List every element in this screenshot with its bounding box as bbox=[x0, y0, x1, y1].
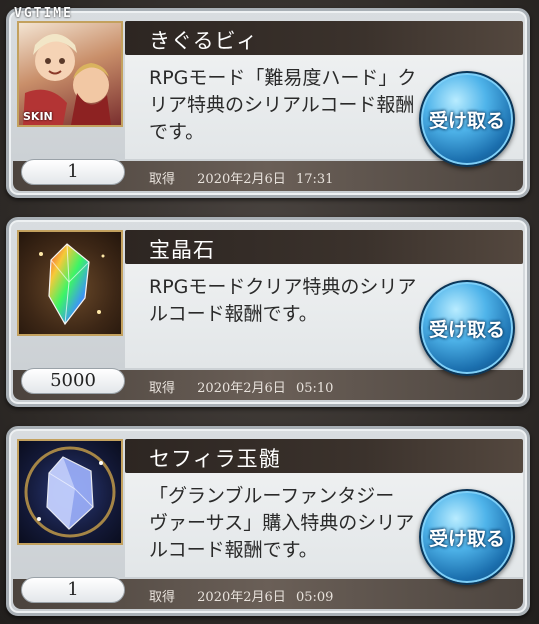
obtained-date: 2020年2月6日 bbox=[197, 381, 286, 396]
reward-list-screen: VGTIME SKIN きぐるビィ RPGモード「難易度ハード」クリア特典のシリ… bbox=[0, 0, 539, 624]
reward-description: 「グランブルーファンタジー ヴァーサス」購入特典のシリアルコード報酬です。 bbox=[149, 485, 415, 561]
reward-thumbnail bbox=[17, 439, 123, 545]
obtained-date: 2020年2月6日 bbox=[197, 172, 286, 187]
reward-description: RPGモードクリア特典のシリアルコード報酬です。 bbox=[149, 276, 417, 325]
obtained-info: 取得 2020年2月6日 17:31 bbox=[149, 168, 351, 187]
reward-description: RPGモード「難易度ハード」クリア特典のシリアルコード報酬です。 bbox=[149, 67, 417, 143]
receive-button[interactable]: 受け取る bbox=[419, 280, 515, 376]
rainbow-crystal-icon bbox=[39, 243, 105, 326]
reward-title: きぐるビィ bbox=[149, 29, 259, 53]
reward-thumbnail: SKIN bbox=[17, 21, 123, 127]
obtained-time: 05:09 bbox=[295, 590, 334, 605]
receive-button[interactable]: 受け取る bbox=[419, 71, 515, 167]
reward-title: 宝晶石 bbox=[149, 238, 215, 262]
reward-thumbnail bbox=[17, 230, 123, 336]
sephira-crystal-icon bbox=[24, 446, 116, 538]
receive-button[interactable]: 受け取る bbox=[419, 489, 515, 585]
skin-badge: SKIN bbox=[23, 110, 53, 123]
reward-quantity: 5000 bbox=[21, 368, 125, 394]
obtained-info: 取得 2020年2月6日 05:10 bbox=[149, 377, 351, 396]
reward-quantity: 1 bbox=[21, 159, 125, 185]
reward-card: セフィラ玉髄 「グランブルーファンタジー ヴァーサス」購入特典のシリアルコード報… bbox=[6, 426, 530, 616]
obtained-label: 取得 bbox=[149, 172, 176, 187]
obtained-date: 2020年2月6日 bbox=[197, 590, 286, 605]
obtained-info: 取得 2020年2月6日 05:09 bbox=[149, 586, 351, 605]
reward-card: 宝晶石 RPGモードクリア特典のシリアルコード報酬です。 受け取る 5000 取… bbox=[6, 217, 530, 407]
reward-quantity: 1 bbox=[21, 577, 125, 603]
reward-card: SKIN きぐるビィ RPGモード「難易度ハード」クリア特典のシリアルコード報酬… bbox=[6, 8, 530, 198]
watermark: VGTIME bbox=[14, 6, 73, 21]
obtained-label: 取得 bbox=[149, 381, 176, 396]
reward-title: セフィラ玉髄 bbox=[149, 447, 281, 471]
obtained-label: 取得 bbox=[149, 590, 176, 605]
obtained-time: 17:31 bbox=[295, 172, 334, 187]
obtained-time: 05:10 bbox=[295, 381, 334, 396]
